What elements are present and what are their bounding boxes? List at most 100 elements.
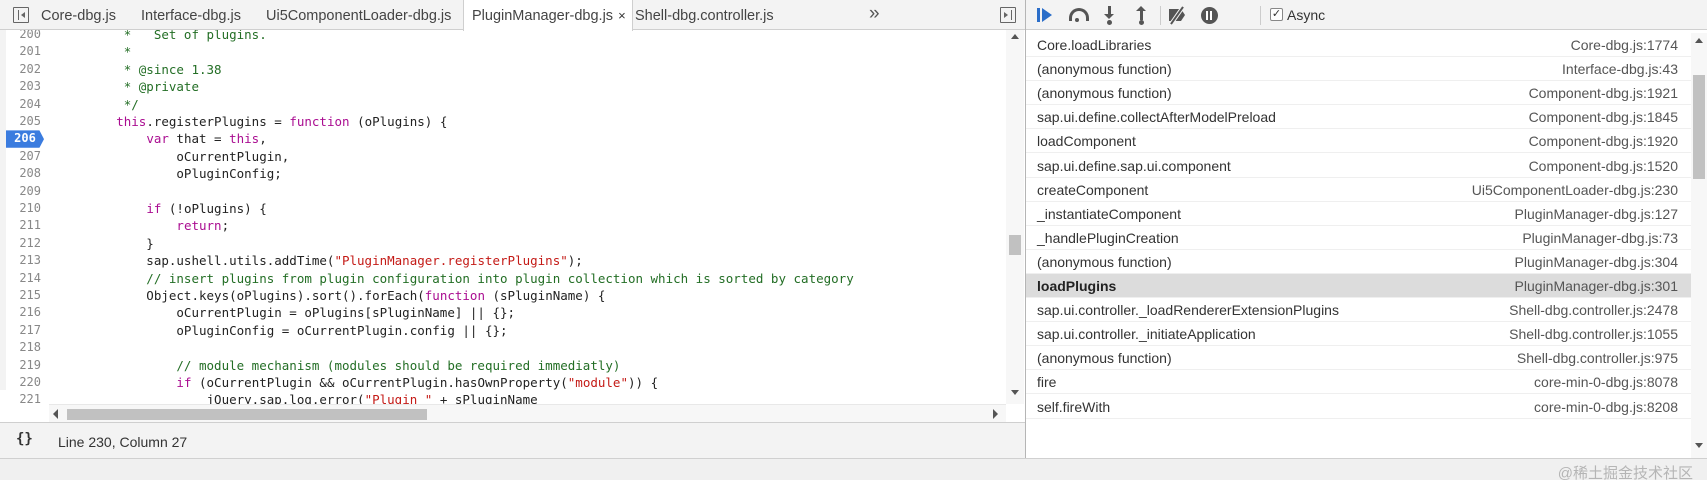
call-frame[interactable]: createComponent Ui5ComponentLoader-dbg.js… (1026, 178, 1691, 202)
deactivate-breakpoints-icon[interactable] (1167, 5, 1189, 25)
editor-vertical-scrollbar[interactable] (1006, 30, 1024, 404)
toggle-navigator-icon[interactable] (13, 7, 29, 23)
call-frame[interactable]: (anonymous function) Component-dbg.js:192… (1026, 81, 1691, 106)
editor-horizontal-scrollbar[interactable] (49, 404, 1006, 422)
call-frame[interactable]: _handlePluginCreation PluginManager-dbg.j… (1026, 226, 1691, 250)
tab-pluginmanager-dbg[interactable]: PluginManager-dbg.js × (463, 0, 633, 31)
call-frame[interactable]: (anonymous function) Shell-dbg.controller… (1026, 346, 1691, 371)
line-number[interactable]: 215 (6, 287, 41, 304)
scrollbar-thumb[interactable] (67, 409, 427, 420)
line-number[interactable]: 212 (6, 235, 41, 252)
line-number[interactable]: 218 (6, 339, 41, 356)
call-frame-location-link[interactable]: Shell-dbg.controller.js:2478 (1509, 298, 1678, 322)
code-text: // module mechanism (modules should be r… (56, 357, 620, 374)
line-number[interactable]: 221 (6, 391, 41, 404)
scroll-right-arrow-icon[interactable] (993, 409, 998, 419)
code-token: )) { (628, 375, 659, 390)
line-number[interactable]: 203 (6, 78, 41, 95)
scroll-up-arrow-icon[interactable] (1011, 34, 1019, 39)
line-number[interactable]: 216 (6, 304, 41, 321)
line-number[interactable]: 209 (6, 183, 41, 200)
call-frame-location-link[interactable]: Shell-dbg.controller.js:1055 (1509, 322, 1678, 346)
call-frame-function: _instantiateComponent (1037, 205, 1181, 222)
call-frame-location-link[interactable]: core-min-0-dbg.js:8078 (1534, 370, 1678, 394)
line-number[interactable]: 204 (6, 96, 41, 113)
line-number[interactable]: 202 (6, 61, 41, 78)
code-token: (!oPlugins) { (161, 201, 267, 216)
call-frame[interactable]: _instantiateComponent PluginManager-dbg.j… (1026, 202, 1691, 226)
call-frame[interactable]: (anonymous function) PluginManager-dbg.js… (1026, 250, 1691, 274)
scrollbar-thumb[interactable] (1009, 235, 1021, 255)
scroll-left-arrow-icon[interactable] (53, 409, 58, 419)
call-frame-location-link[interactable]: PluginManager-dbg.js:304 (1515, 250, 1678, 274)
call-frame-location-link[interactable]: PluginManager-dbg.js:73 (1522, 226, 1678, 250)
line-number[interactable]: 205 (6, 113, 41, 130)
call-frame-location-link[interactable]: PluginManager-dbg.js:301 (1515, 274, 1678, 298)
code-token: sap.ushell.utils.addTime( (56, 253, 335, 269)
call-frame[interactable]: fire core-min-0-dbg.js:8078 (1026, 370, 1691, 395)
call-frame-location-link[interactable]: Interface-dbg.js:43 (1562, 57, 1678, 81)
line-number[interactable]: 213 (6, 252, 41, 269)
call-frame-selected[interactable]: loadPlugins PluginManager-dbg.js:301 (1026, 274, 1691, 299)
call-frame[interactable]: sap.ui.controller._loadRendererExtension… (1026, 298, 1691, 323)
call-frame[interactable]: Core.loadLibraries Core-dbg.js:1774 (1026, 33, 1691, 58)
tab-ui5componentloader-dbg[interactable]: Ui5ComponentLoader-dbg.js (266, 0, 451, 30)
breakpoint-line-number[interactable]: 206 (6, 130, 44, 148)
step-into-icon[interactable] (1099, 5, 1121, 25)
call-stack-scrollbar[interactable] (1691, 33, 1707, 458)
step-out-icon[interactable] (1131, 5, 1153, 25)
scroll-down-arrow-icon[interactable] (1695, 443, 1703, 448)
call-frame-location-link[interactable]: Component-dbg.js:1920 (1529, 129, 1678, 153)
line-number[interactable]: 200 (6, 30, 41, 43)
scroll-down-arrow-icon[interactable] (1011, 390, 1019, 395)
tab-core-dbg[interactable]: Core-dbg.js (41, 0, 116, 30)
line-number[interactable]: 219 (6, 357, 41, 374)
call-frame[interactable]: sap.ui.define.sap.ui.component Component-… (1026, 154, 1691, 178)
call-frame-location-link[interactable]: Shell-dbg.controller.js:975 (1517, 346, 1678, 370)
line-number[interactable]: 208 (6, 165, 41, 182)
call-frame[interactable]: self.fireWith core-min-0-dbg.js:8208 (1026, 395, 1691, 419)
pretty-print-icon[interactable]: {} (16, 431, 33, 447)
code-text: jQuery.sap.log.error("Plugin " + sPlugin… (56, 391, 538, 404)
call-frame[interactable]: loadComponent Component-dbg.js:1920 (1026, 129, 1691, 154)
call-frame-location-link[interactable]: core-min-0-dbg.js:8208 (1534, 395, 1678, 419)
more-tabs-icon[interactable]: » (869, 3, 880, 25)
call-frame-location-link[interactable]: Component-dbg.js:1921 (1529, 81, 1678, 105)
call-frame-location-link[interactable]: Component-dbg.js:1845 (1529, 105, 1678, 129)
call-frame[interactable]: sap.ui.define.collectAfterModelPreload Co… (1026, 105, 1691, 130)
editor-pane: Core-dbg.js Interface-dbg.js Ui5Componen… (0, 0, 1025, 458)
pause-on-exceptions-icon[interactable] (1199, 5, 1221, 25)
line-number[interactable]: 220 (6, 374, 41, 391)
tab-shell-dbg-controller[interactable]: Shell-dbg.controller.js (635, 0, 774, 30)
line-number[interactable]: 210 (6, 200, 41, 217)
code-token: that = (168, 131, 230, 147)
call-frame-function: (anonymous function) (1037, 350, 1172, 367)
line-number[interactable]: 207 (6, 148, 41, 165)
resume-icon[interactable] (1035, 5, 1057, 25)
step-over-icon[interactable] (1067, 5, 1089, 25)
line-number[interactable]: 211 (6, 217, 41, 234)
code-text: this.registerPlugins = function (oPlugin… (56, 113, 447, 130)
debugger-toolbar: ✓ Async (1026, 0, 1707, 30)
tab-interface-dbg[interactable]: Interface-dbg.js (141, 0, 241, 30)
line-number[interactable]: 201 (6, 43, 41, 60)
call-frame-location-link[interactable]: Core-dbg.js:1774 (1571, 33, 1678, 57)
code-token: jQuery.sap.log.error( (56, 392, 365, 404)
call-frame-location-link[interactable]: PluginManager-dbg.js:127 (1515, 202, 1678, 226)
close-tab-icon[interactable]: × (618, 8, 626, 23)
toggle-debugger-icon[interactable] (1000, 7, 1016, 23)
comment-token: * Set of plugins. (56, 30, 267, 42)
async-checkbox[interactable]: ✓ (1270, 8, 1283, 21)
call-frame[interactable]: sap.ui.controller._initiateApplication Sh… (1026, 322, 1691, 347)
line-number[interactable]: 217 (6, 322, 41, 339)
call-frame[interactable]: (anonymous function) Interface-dbg.js:43 (1026, 57, 1691, 82)
comment-token: // insert plugins from plugin configurat… (56, 270, 854, 286)
scroll-up-arrow-icon[interactable] (1695, 38, 1703, 43)
code-token: } (56, 235, 154, 251)
code-editor[interactable]: 200 * Set of plugins. 201 * 202 * @since 1… (6, 30, 1006, 404)
line-number[interactable]: 214 (6, 270, 41, 287)
call-frame-location-link[interactable]: Component-dbg.js:1520 (1529, 154, 1678, 178)
scrollbar-thumb[interactable] (1693, 75, 1705, 179)
code-text: * Set of plugins. (56, 30, 267, 43)
call-frame-location-link[interactable]: Ui5ComponentLoader-dbg.js:230 (1472, 178, 1678, 202)
